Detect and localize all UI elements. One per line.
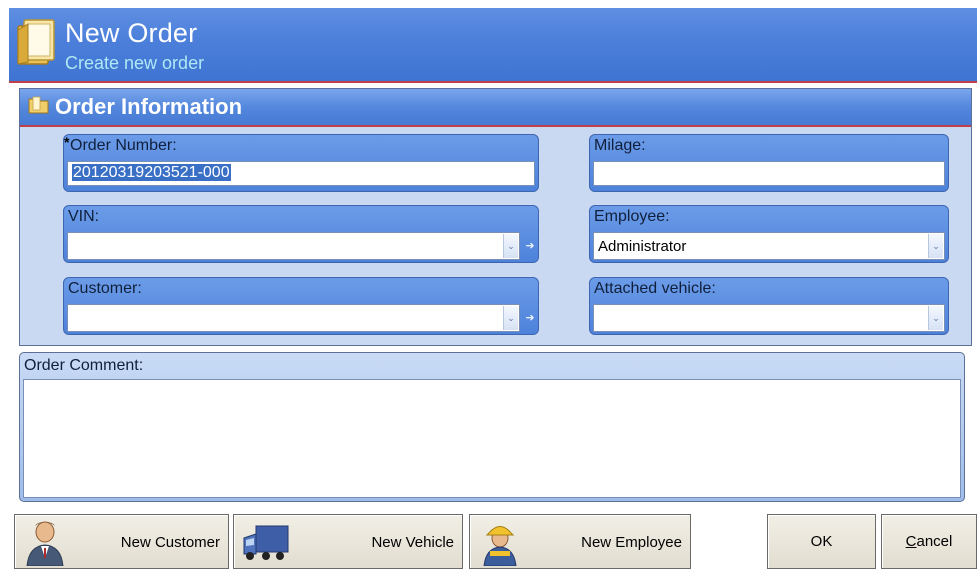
milage-field: Milage: [589,134,949,192]
order-number-input[interactable]: 20120319203521-000 [67,161,535,186]
order-information-title: Order Information [55,94,243,119]
attached-vehicle-label: Attached vehicle: [594,280,716,297]
dialog-header: New Order Create new order [9,8,977,83]
chevron-down-icon[interactable]: ⌄ [928,306,943,330]
customer-field: Customer: ⌄ ➜ [63,277,539,335]
order-comment-textarea[interactable] [23,379,961,498]
milage-label: Milage: [594,137,646,154]
order-comment-panel: Order Comment: [19,352,965,502]
employee-combobox[interactable]: Administrator ⌄ [593,232,945,260]
employee-value: Administrator [598,238,687,255]
arrow-right-icon[interactable]: ➜ [523,238,537,252]
order-number-field: * Order Number: 20120319203521-000 [63,134,539,192]
arrow-right-icon[interactable]: ➜ [523,310,537,324]
order-number-label: Order Number: [70,137,177,154]
attached-vehicle-combobox[interactable]: ⌄ [593,304,945,332]
customer-label: Customer: [68,280,142,297]
order-comment-label: Order Comment: [24,357,144,374]
new-customer-button[interactable]: New Customer [14,514,229,569]
vin-label: VIN: [68,208,100,225]
worker-hardhat-icon [483,526,517,566]
customer-combobox[interactable]: ⌄ [67,304,520,332]
ok-button[interactable]: OK [767,514,876,569]
order-information-panel: Order Information * Order Number: 201203… [19,88,972,346]
chevron-down-icon[interactable]: ⌄ [928,234,943,258]
dialog-title: New Order [65,18,198,48]
vin-field: VIN: ⌄ ➜ [63,205,539,263]
folder-icon [28,96,49,114]
chevron-down-icon[interactable]: ⌄ [503,234,518,258]
employee-field: Employee: Administrator ⌄ [589,205,949,263]
required-marker: * [64,134,70,150]
attached-vehicle-field: Attached vehicle: ⌄ [589,277,949,335]
vin-combobox[interactable]: ⌄ [67,232,520,260]
ok-label: OK [810,533,833,550]
employee-label: Employee: [594,208,670,225]
order-information-header: Order Information [20,89,971,127]
cancel-button[interactable]: Cancel [881,514,977,569]
new-customer-label: New Customer [120,534,220,551]
new-vehicle-label: New Vehicle [371,534,454,551]
folder-book-icon [17,19,55,65]
milage-input[interactable] [593,161,945,186]
customer-person-icon [26,521,64,566]
dialog-subtitle: Create new order [65,53,205,73]
truck-icon [243,525,289,560]
cancel-label: Cancel [905,533,953,550]
new-employee-button[interactable]: New Employee [469,514,691,569]
new-employee-label: New Employee [581,534,682,551]
chevron-down-icon[interactable]: ⌄ [503,306,518,330]
order-number-value: 20120319203521-000 [72,164,231,181]
new-vehicle-button[interactable]: New Vehicle [233,514,463,569]
